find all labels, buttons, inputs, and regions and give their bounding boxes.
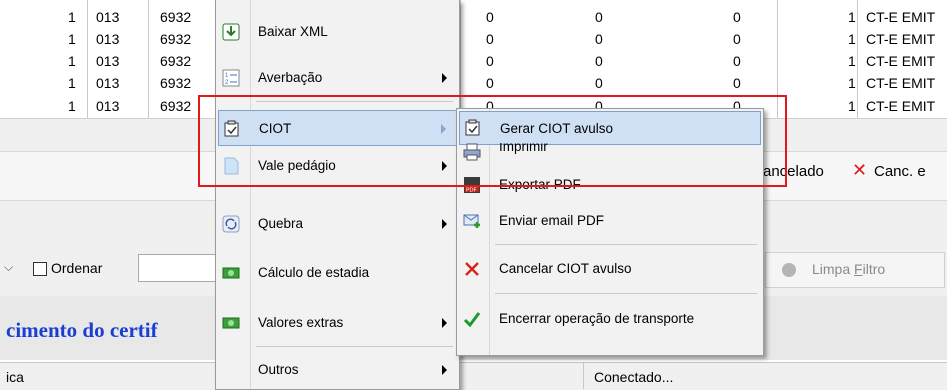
cell-value: 0 (733, 75, 741, 91)
checkmark-icon (463, 310, 481, 328)
menu-item-label: Quebra (258, 216, 304, 231)
menu-item-calculo-estadia[interactable]: Cálculo de estadia (218, 255, 457, 291)
cell-value: 1 (848, 9, 856, 25)
menu-item-label: Outros (258, 362, 299, 377)
cell-value: 0 (486, 75, 494, 91)
list-icon: 12 (222, 69, 240, 87)
menu-item-label: Averbação (258, 70, 323, 85)
cancel-x-icon: ✕ (852, 160, 868, 180)
menu-item-label: Enviar email PDF (499, 213, 605, 228)
money-icon (222, 314, 240, 332)
table-row[interactable]: 1 013 6932 0 0 0 1 CT-E EMIT (0, 7, 947, 28)
cell-value: 1 (848, 53, 856, 69)
status-divider (583, 362, 584, 389)
ordenar-checkbox[interactable] (33, 262, 47, 276)
email-icon (463, 212, 481, 230)
cell-qty: 1 (68, 31, 76, 47)
cell-type: CT-E EMIT (866, 31, 936, 47)
svg-text:PDF: PDF (466, 188, 477, 194)
legend-canc-label: Canc. e (874, 163, 926, 180)
table-row[interactable]: 1 013 6932 0 0 0 1 CT-E EMIT (0, 29, 947, 50)
menu-item-quebra[interactable]: Quebra (218, 206, 457, 242)
cell-value: 0 (733, 31, 741, 47)
filter-input[interactable] (138, 254, 220, 282)
cell-value: 0 (733, 53, 741, 69)
status-left: ica (6, 369, 24, 385)
cell-value: 0 (733, 9, 741, 25)
cell-serie: 013 (96, 75, 120, 91)
cell-value: 0 (486, 9, 494, 25)
cell-value: 1 (848, 31, 856, 47)
menu-item-label: Cancelar CIOT avulso (499, 261, 632, 276)
cell-serie: 013 (96, 98, 120, 114)
cell-number: 6932 (160, 53, 192, 69)
download-icon (222, 23, 240, 41)
menu-separator (495, 244, 757, 245)
certificate-heading: cimento do certif (6, 318, 158, 342)
cell-serie: 013 (96, 53, 120, 69)
cell-qty: 1 (68, 75, 76, 91)
menu-item-label: Encerrar operação de transporte (499, 311, 695, 326)
cell-value: 0 (595, 75, 603, 91)
submenu-arrow-icon (442, 365, 447, 375)
submenu-arrow-icon (442, 73, 447, 83)
menu-item-label: Valores extras (258, 315, 344, 330)
status-bar (0, 362, 947, 390)
menu-item-baixar-xml[interactable]: Baixar XML (218, 14, 457, 50)
cell-value: 0 (486, 53, 494, 69)
cell-value: 0 (595, 53, 603, 69)
ordenar-label: Ordenar (51, 260, 103, 276)
cell-qty: 1 (68, 9, 76, 25)
cell-number: 6932 (160, 31, 192, 47)
menu-separator (256, 346, 453, 347)
circle-icon (782, 263, 796, 277)
table-row[interactable]: 1 013 6932 0 0 0 1 CT-E EMIT (0, 73, 947, 94)
limpa-filtro-button[interactable]: Limpa Filtro (765, 252, 945, 288)
cell-number: 6932 (160, 75, 192, 91)
cell-value: 0 (595, 31, 603, 47)
context-menu: Baixar XML 12 Averbação CIOT Vale pedági… (215, 0, 460, 390)
cell-type: CT-E EMIT (866, 98, 936, 114)
cell-type: CT-E EMIT (866, 9, 936, 25)
menu-item-averbacao[interactable]: 12 Averbação (218, 60, 457, 96)
menu-item-label: Cálculo de estadia (258, 265, 370, 280)
cell-qty: 1 (68, 98, 76, 114)
chevron-down-icon[interactable]: ⌵ (4, 260, 13, 275)
table-row[interactable]: 1 013 6932 0 0 0 1 CT-E EMIT (0, 51, 947, 72)
refresh-icon (222, 215, 240, 233)
submenu-item-encerrar-operacao[interactable]: Encerrar operação de transporte (459, 301, 761, 337)
menu-item-valores-extras[interactable]: Valores extras (218, 305, 457, 341)
cell-serie: 013 (96, 9, 120, 25)
cancel-x-icon (463, 260, 481, 278)
cell-number: 6932 (160, 98, 192, 114)
cell-type: CT-E EMIT (866, 53, 936, 69)
cell-value: 1 (848, 98, 856, 114)
highlight-annotation (198, 95, 787, 187)
money-icon (222, 264, 240, 282)
connection-status: Conectado... (594, 369, 674, 385)
cell-qty: 1 (68, 53, 76, 69)
submenu-item-cancelar-ciot[interactable]: Cancelar CIOT avulso (459, 251, 761, 287)
cell-value: 1 (848, 75, 856, 91)
cell-value: 0 (486, 31, 494, 47)
menu-item-outros[interactable]: Outros (218, 352, 457, 388)
submenu-arrow-icon (442, 318, 447, 328)
submenu-item-enviar-email[interactable]: Enviar email PDF (459, 203, 761, 239)
menu-item-label: Baixar XML (258, 24, 328, 39)
limpa-filtro-label: Limpa Filtro (812, 261, 886, 277)
menu-separator (495, 293, 757, 294)
cell-serie: 013 (96, 31, 120, 47)
cell-type: CT-E EMIT (866, 75, 936, 91)
submenu-arrow-icon (442, 219, 447, 229)
cell-number: 6932 (160, 9, 192, 25)
cell-value: 0 (595, 9, 603, 25)
